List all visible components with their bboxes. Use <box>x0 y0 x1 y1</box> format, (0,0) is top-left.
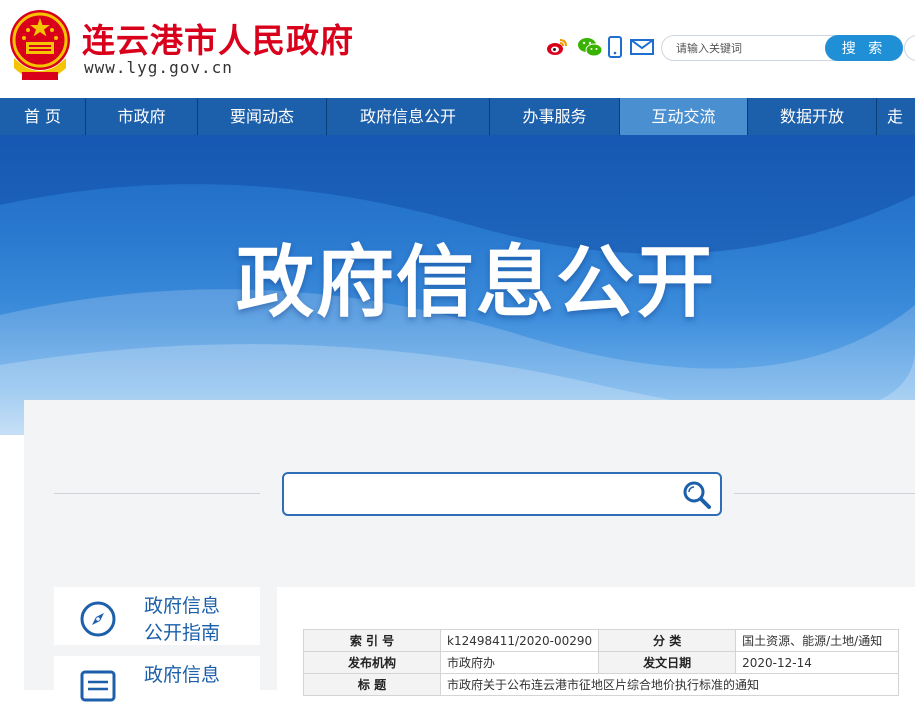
meta-value: 市政府关于公布连云港市征地区片综合地价执行标准的通知 <box>439 673 900 696</box>
compass-icon <box>80 601 116 637</box>
sidebar-card-label: 政府信息 <box>144 662 220 689</box>
sidebar-card-line1: 政府信息 <box>144 595 221 617</box>
nav-item-info-disclosure[interactable]: 政府信息公开 <box>327 98 489 135</box>
info-search-box <box>282 472 722 516</box>
national-emblem-icon[interactable] <box>6 8 74 84</box>
main-nav: 首 页 市政府 要闻动态 政府信息公开 办事服务 互动交流 数据开放 走 <box>0 98 915 135</box>
mobile-icon[interactable] <box>607 36 623 58</box>
meta-value: k12498411/2020-00290 <box>439 629 600 652</box>
nav-item-news[interactable]: 要闻动态 <box>198 98 326 135</box>
info-search-input[interactable] <box>292 474 676 516</box>
header-search-input[interactable] <box>670 37 830 59</box>
divider-left <box>54 493 260 494</box>
meta-key: 索 引 号 <box>303 629 441 652</box>
sidebar-card-guide[interactable]: 政府信息 公开指南 <box>54 587 260 645</box>
header-extra-control[interactable] <box>904 35 915 61</box>
nav-item-open-data[interactable]: 数据开放 <box>748 98 876 135</box>
mail-icon[interactable] <box>630 36 654 58</box>
banner-title: 政府信息公开 <box>236 238 717 328</box>
banner: 政府信息公开 <box>0 135 915 435</box>
nav-item-more[interactable]: 走 <box>877 98 915 135</box>
table-row: 发布机构 市政府办 发文日期 2020-12-14 <box>303 651 900 674</box>
nav-item-interaction[interactable]: 互动交流 <box>620 98 747 135</box>
wechat-icon[interactable] <box>577 36 603 58</box>
meta-value: 市政府办 <box>439 651 600 674</box>
divider-right <box>734 493 915 494</box>
meta-key: 标 题 <box>303 673 441 696</box>
site-header: 连云港市人民政府 www.lyg.gov.cn 搜 索 <box>0 0 915 98</box>
site-title[interactable]: 连云港市人民政府 <box>82 14 354 62</box>
meta-key: 发文日期 <box>598 651 737 674</box>
sidebar-card-line2: 公开指南 <box>144 622 221 644</box>
search-icon[interactable] <box>682 480 712 510</box>
nav-item-city-government[interactable]: 市政府 <box>86 98 197 135</box>
table-row: 索 引 号 k12498411/2020-00290 分 类 国土资源、能源/土… <box>303 629 900 652</box>
meta-key: 发布机构 <box>303 651 441 674</box>
meta-value: 2020-12-14 <box>735 651 900 674</box>
document-icon <box>80 670 116 702</box>
header-search-button[interactable]: 搜 索 <box>825 35 903 61</box>
nav-item-home[interactable]: 首 页 <box>0 98 85 135</box>
table-row: 标 题 市政府关于公布连云港市征地区片综合地价执行标准的通知 <box>303 673 900 696</box>
sidebar-card-line1: 政府信息 <box>144 664 221 686</box>
sidebar-card-info[interactable]: 政府信息 <box>54 656 260 702</box>
sidebar-card-label: 政府信息 公开指南 <box>144 593 220 647</box>
meta-key: 分 类 <box>598 629 737 652</box>
site-url[interactable]: www.lyg.gov.cn <box>84 58 233 77</box>
meta-value: 国土资源、能源/土地/通知 <box>735 629 900 652</box>
weibo-icon[interactable] <box>546 36 568 58</box>
nav-item-services[interactable]: 办事服务 <box>490 98 619 135</box>
